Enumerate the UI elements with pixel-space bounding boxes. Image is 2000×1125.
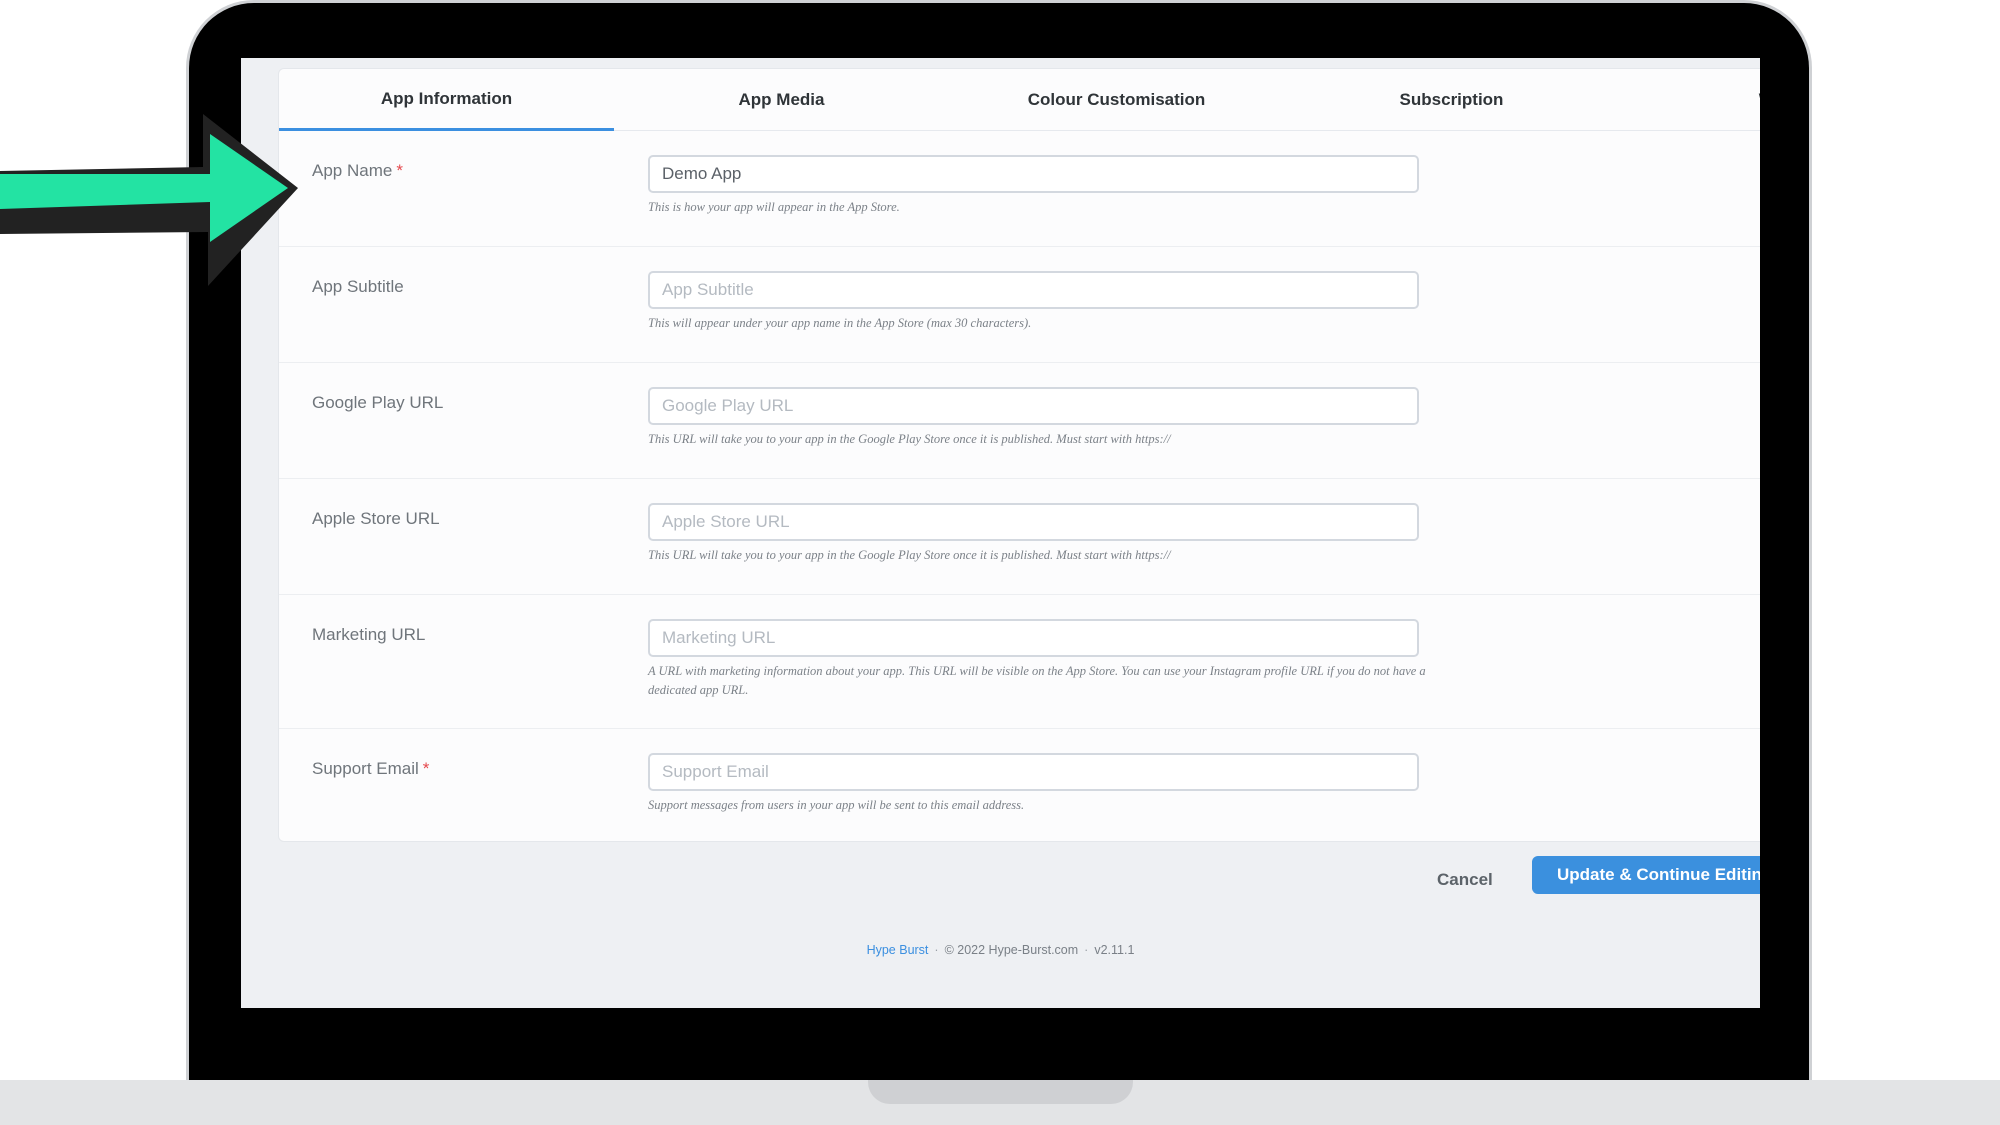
google-play-url-hint: This URL will take you to your app in th… xyxy=(648,432,1171,446)
footer-separator: · xyxy=(934,943,939,957)
app-screen: App Information App Media Colour Customi… xyxy=(241,58,1760,1008)
marketing-url-hint: A URL with marketing information about y… xyxy=(648,664,1426,697)
form-row-support-email: Support Email* Support messages from use… xyxy=(279,729,1760,843)
support-email-hint: Support messages from users in your app … xyxy=(648,798,1025,812)
support-email-input[interactable] xyxy=(648,753,1419,791)
apple-store-url-input[interactable] xyxy=(648,503,1419,541)
stage: App Information App Media Colour Customi… xyxy=(0,0,2000,1125)
marketing-url-input[interactable] xyxy=(648,619,1419,657)
marketing-url-label: Marketing URL xyxy=(312,625,426,644)
google-play-url-input[interactable] xyxy=(648,387,1419,425)
app-subtitle-hint: This will appear under your app name in … xyxy=(648,316,1032,330)
tab-bar: App Information App Media Colour Customi… xyxy=(279,69,1760,131)
required-marker: * xyxy=(396,161,403,180)
tab-website[interactable]: Websit xyxy=(1619,69,1760,131)
apple-store-url-label: Apple Store URL xyxy=(312,509,440,528)
tab-app-information[interactable]: App Information xyxy=(279,69,614,131)
laptop-notch xyxy=(868,1080,1133,1104)
footer-separator: · xyxy=(1084,943,1089,957)
tab-colour-customisation[interactable]: Colour Customisation xyxy=(949,69,1284,131)
footer-brand-link[interactable]: Hype Burst xyxy=(867,943,929,957)
app-subtitle-label: App Subtitle xyxy=(312,277,404,296)
tab-app-media[interactable]: App Media xyxy=(614,69,949,131)
app-name-input[interactable] xyxy=(648,155,1419,193)
required-marker: * xyxy=(422,759,430,778)
app-name-hint: This is how your app will appear in the … xyxy=(648,200,900,214)
app-name-label: App Name * xyxy=(312,161,403,180)
form-row-app-subtitle: App Subtitle This will appear under your… xyxy=(279,247,1760,363)
footer-copyright: © 2022 Hype-Burst.com xyxy=(944,943,1079,957)
form-row-google-play-url: Google Play URL This URL will take you t… xyxy=(279,363,1760,479)
arrow-right-icon xyxy=(0,114,298,286)
tab-subscription[interactable]: Subscription xyxy=(1284,69,1619,131)
update-continue-button[interactable]: Update & Continue Editin xyxy=(1532,856,1760,894)
google-play-url-label: Google Play URL xyxy=(312,393,444,412)
cancel-button[interactable]: Cancel xyxy=(1437,870,1493,890)
app-subtitle-input[interactable] xyxy=(648,271,1419,309)
support-email-label: Support Email * xyxy=(312,759,430,778)
footer: Hype Burst · © 2022 Hype-Burst.com · v2.11.1 xyxy=(241,943,1760,957)
footer-version: v2.11.1 xyxy=(1094,943,1135,957)
form-row-apple-store-url: Apple Store URL This URL will take you t… xyxy=(279,479,1760,595)
form-row-app-name: App Name* This is how your app will appe… xyxy=(279,131,1760,247)
settings-card: App Information App Media Colour Customi… xyxy=(278,68,1760,842)
apple-store-url-hint: This URL will take you to your app in th… xyxy=(648,548,1171,562)
form-row-marketing-url: Marketing URL A URL with marketing infor… xyxy=(279,595,1760,729)
